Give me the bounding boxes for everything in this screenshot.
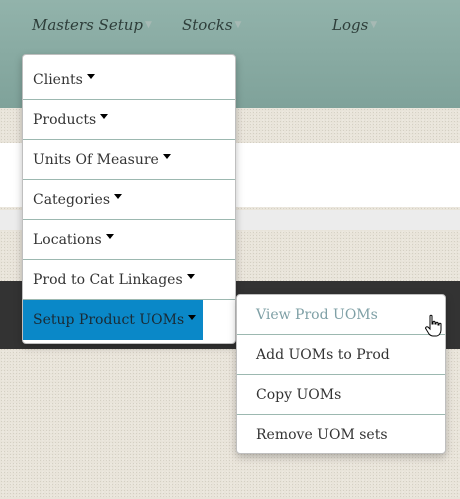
menu-item-label: Clients	[33, 71, 83, 88]
nav-logs[interactable]: Logs ▼	[332, 16, 377, 34]
caret-down-icon	[105, 234, 114, 239]
menu-item-units-of-measure[interactable]: Units Of Measure	[23, 140, 235, 180]
caret-down-icon	[162, 154, 171, 159]
menu-item-label: Units Of Measure	[33, 151, 159, 168]
menu-item-label: Categories	[33, 191, 110, 208]
submenu-item-label: View Prod UOMs	[256, 306, 378, 323]
submenu-item-copy-uoms[interactable]: Copy UOMs	[237, 375, 445, 415]
setup-product-uoms-submenu: View Prod UOMs Add UOMs to Prod Copy UOM…	[236, 294, 446, 454]
nav-masters-setup[interactable]: Masters Setup ▼	[32, 16, 152, 34]
menu-item-products[interactable]: Products	[23, 100, 235, 140]
menu-item-label: Products	[33, 111, 97, 128]
menu-item-setup-product-uoms[interactable]: Setup Product UOMs	[23, 300, 203, 340]
caret-down-icon	[114, 194, 122, 199]
nav-logs-label: Logs	[332, 16, 369, 34]
submenu-item-remove-uom-sets[interactable]: Remove UOM sets	[237, 415, 445, 455]
submenu-item-label: Copy UOMs	[256, 386, 342, 403]
submenu-item-label: Remove UOM sets	[256, 427, 388, 443]
menu-item-categories[interactable]: Categories	[23, 180, 235, 220]
chevron-down-icon: ▼	[234, 20, 242, 30]
nav-stocks-label: Stocks	[182, 16, 233, 34]
menu-item-label: Locations	[33, 231, 102, 248]
submenu-item-label: Add UOMs to Prod	[256, 346, 390, 363]
menu-item-clients[interactable]: Clients	[23, 60, 235, 100]
caret-down-icon	[188, 314, 197, 320]
menu-item-prod-to-cat-linkages[interactable]: Prod to Cat Linkages	[23, 260, 235, 300]
caret-down-icon	[86, 74, 95, 79]
submenu-item-view-prod-uoms[interactable]: View Prod UOMs	[237, 295, 445, 335]
menu-item-locations[interactable]: Locations	[23, 220, 235, 260]
caret-down-icon	[100, 114, 109, 119]
submenu-item-add-uoms-to-prod[interactable]: Add UOMs to Prod	[237, 335, 445, 375]
menu-item-label: Prod to Cat Linkages	[33, 271, 183, 288]
caret-down-icon	[186, 274, 195, 279]
nav-masters-setup-label: Masters Setup	[32, 16, 143, 34]
chevron-down-icon: ▼	[144, 20, 152, 30]
chevron-down-icon: ▼	[370, 20, 378, 30]
masters-setup-dropdown: Clients Products Units Of Measure Catego…	[22, 54, 236, 344]
menu-item-label: Setup Product UOMs	[33, 312, 185, 328]
nav-stocks[interactable]: Stocks ▼	[182, 16, 241, 34]
hand-pointer-cursor-icon	[425, 314, 442, 337]
